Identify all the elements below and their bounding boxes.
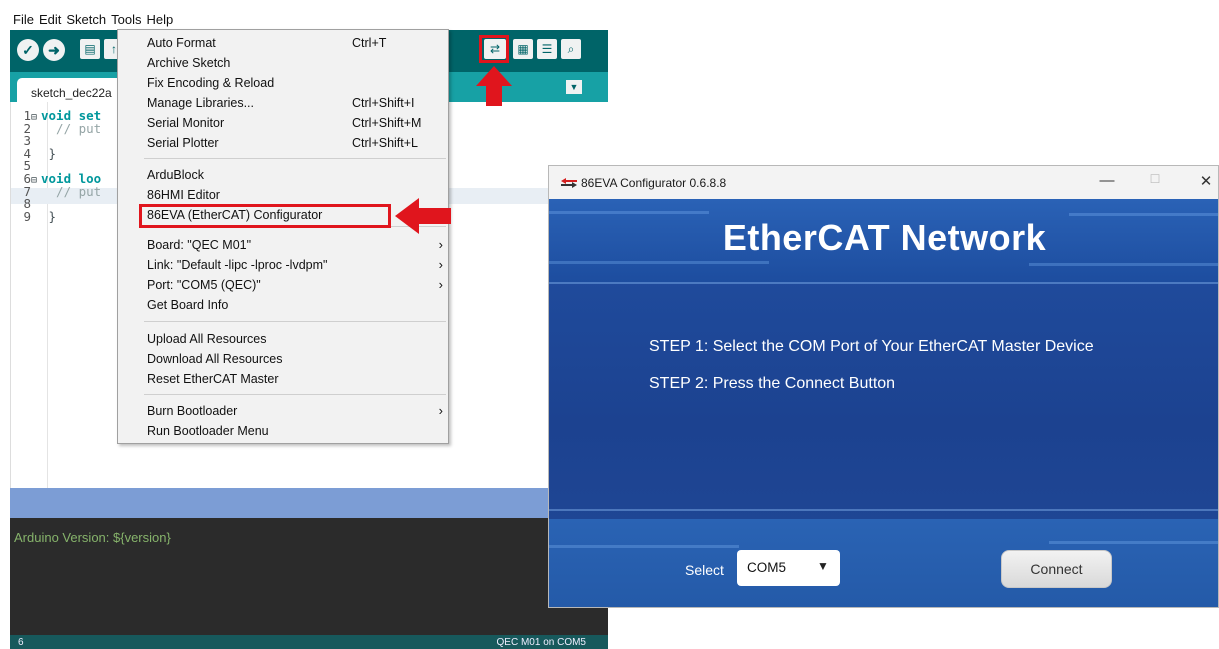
decor-line (1069, 213, 1218, 216)
menu-item-label: Link: "Default -lipc -lproc -lvdpm" (147, 258, 328, 272)
configurator-menu-highlight (139, 204, 391, 228)
serial-plotter-icon[interactable]: ☰ (537, 39, 557, 59)
menu-item[interactable]: Manage Libraries... Ctrl+Shift+I (118, 94, 448, 114)
up-arrow-icon (476, 66, 512, 106)
menu-help[interactable]: Help (146, 12, 173, 27)
menu-item-label: Fix Encoding & Reload (147, 76, 275, 90)
menu-sketch[interactable]: Sketch (66, 12, 106, 27)
menu-item-label: Download All Resources (147, 352, 283, 366)
footer-band (549, 519, 1218, 607)
menu-item-label: Manage Libraries... (147, 96, 255, 110)
code-text: // put (41, 120, 102, 136)
menu-item-shortcut: Ctrl+T (352, 36, 387, 50)
header-divider (549, 282, 1218, 284)
status-line-number: 6 (18, 637, 24, 648)
menu-item-shortcut: Ctrl+Shift+M (352, 116, 422, 130)
submenu-arrow-icon: › (438, 237, 443, 252)
decor-line (549, 261, 769, 264)
connect-button[interactable]: Connect (1001, 550, 1112, 588)
step-2-text: STEP 2: Press the Connect Button (649, 375, 896, 392)
status-bar: 6 QEC M01 on COM5 (10, 635, 608, 649)
maximize-icon[interactable]: ☐ (1135, 172, 1175, 192)
menu-item-label: Port: "COM5 (QEC)" (147, 278, 261, 292)
menu-separator (144, 158, 446, 159)
configurator-title: 86EVA Configurator 0.6.8.8 (581, 176, 727, 190)
left-arrow-icon (395, 198, 451, 234)
menu-edit[interactable]: Edit (39, 12, 61, 27)
swap-arrows-icon (561, 178, 577, 188)
code-text: } (41, 145, 57, 161)
menu-item-label: 86HMI Editor (147, 188, 220, 202)
menu-item[interactable]: Archive Sketch (118, 54, 448, 74)
menu-tools[interactable]: Tools (111, 12, 141, 27)
menu-item[interactable]: Serial Plotter Ctrl+Shift+L (118, 134, 448, 154)
menu-item-shortcut: Ctrl+Shift+I (352, 96, 415, 110)
decor-line (1049, 541, 1218, 544)
menu-item[interactable]: Serial Monitor Ctrl+Shift+M (118, 114, 448, 134)
menu-item[interactable]: Burn Bootloader › (118, 402, 448, 422)
com-port-select[interactable]: COM5 ▼ (737, 550, 840, 586)
code-text: // put (41, 183, 102, 199)
close-icon[interactable]: ✕ (1186, 172, 1218, 192)
menu-item-label: Upload All Resources (147, 332, 267, 346)
menu-item-label: Serial Plotter (147, 136, 219, 150)
message-bar (10, 488, 608, 518)
hmi-editor-icon[interactable]: ▦ (513, 39, 533, 59)
configurator-window: 86EVA Configurator 0.6.8.8 — ☐ ✕ EtherCA… (548, 165, 1219, 608)
configurator-title-bar[interactable]: 86EVA Configurator 0.6.8.8 — ☐ ✕ (549, 166, 1218, 199)
decor-line (549, 545, 739, 548)
menu-item[interactable]: Download All Resources (118, 350, 448, 370)
network-heading: EtherCAT Network (722, 217, 1047, 258)
com-port-value: COM5 (747, 560, 787, 575)
minimize-icon[interactable]: — (1087, 172, 1127, 192)
menu-item[interactable]: Run Bootloader Menu (118, 422, 448, 442)
new-sketch-icon[interactable]: ▤ (80, 39, 100, 59)
verify-icon[interactable]: ✓ (17, 39, 39, 61)
console-output: Arduino Version: ${version} (10, 518, 608, 636)
menu-item[interactable]: Port: "COM5 (QEC)" › (118, 276, 448, 296)
status-board-port: QEC M01 on COM5 (496, 637, 586, 648)
menu-file[interactable]: File (13, 12, 34, 27)
upload-icon[interactable]: ➜ (43, 39, 65, 61)
line-number: 9 (23, 208, 31, 224)
submenu-arrow-icon: › (438, 257, 443, 272)
submenu-arrow-icon: › (438, 277, 443, 292)
menu-item-label: Auto Format (147, 36, 216, 50)
menu-item-label: Board: "QEC M01" (147, 238, 252, 252)
tools-menu: Auto Format Ctrl+T Archive Sketch Fix Encod… (117, 29, 449, 444)
menu-separator (144, 394, 446, 395)
decor-line (549, 211, 709, 214)
select-label: Select (685, 562, 724, 578)
submenu-arrow-icon: › (438, 403, 443, 418)
menu-bar: File Edit Sketch Tools Help (10, 8, 608, 30)
step-1-text: STEP 1: Select the COM Port of Your Ethe… (649, 338, 1094, 355)
menu-item-label: Reset EtherCAT Master (147, 372, 279, 386)
menu-item-shortcut: Ctrl+Shift+L (352, 136, 419, 150)
menu-item[interactable]: Reset EtherCAT Master (118, 370, 448, 390)
menu-item[interactable]: Auto Format Ctrl+T (118, 34, 448, 54)
menu-item[interactable]: ArduBlock (118, 166, 448, 186)
console-text: Arduino Version: ${version} (14, 530, 171, 545)
serial-monitor-icon[interactable]: ⌕ (561, 39, 581, 59)
menu-item-label: Burn Bootloader (147, 404, 238, 418)
code-text: } (41, 208, 57, 224)
toolbar-icon-highlight (479, 35, 509, 63)
menu-item-label: ArduBlock (147, 168, 204, 182)
menu-item-label: Run Bootloader Menu (147, 424, 269, 438)
menu-item-label: Archive Sketch (147, 56, 231, 70)
menu-item[interactable]: Fix Encoding & Reload (118, 74, 448, 94)
menu-item[interactable]: Link: "Default -lipc -lproc -lvdpm" › (118, 256, 448, 276)
decor-line (1029, 263, 1218, 266)
footer-divider (549, 509, 1218, 511)
code-line: 9 } (15, 209, 56, 225)
menu-separator (144, 321, 446, 322)
menu-item[interactable]: Get Board Info (118, 296, 448, 316)
menu-item[interactable]: Board: "QEC M01" › (118, 236, 448, 256)
configurator-body: EtherCAT Network STEP 1: Select the COM … (549, 199, 1218, 607)
menu-item[interactable]: Upload All Resources (118, 330, 448, 350)
chevron-down-icon: ▼ (817, 559, 829, 573)
menu-item-label: Get Board Info (147, 298, 229, 312)
tab-menu-chevron-icon[interactable]: ▼ (566, 80, 582, 94)
menu-item-label: Serial Monitor (147, 116, 225, 130)
